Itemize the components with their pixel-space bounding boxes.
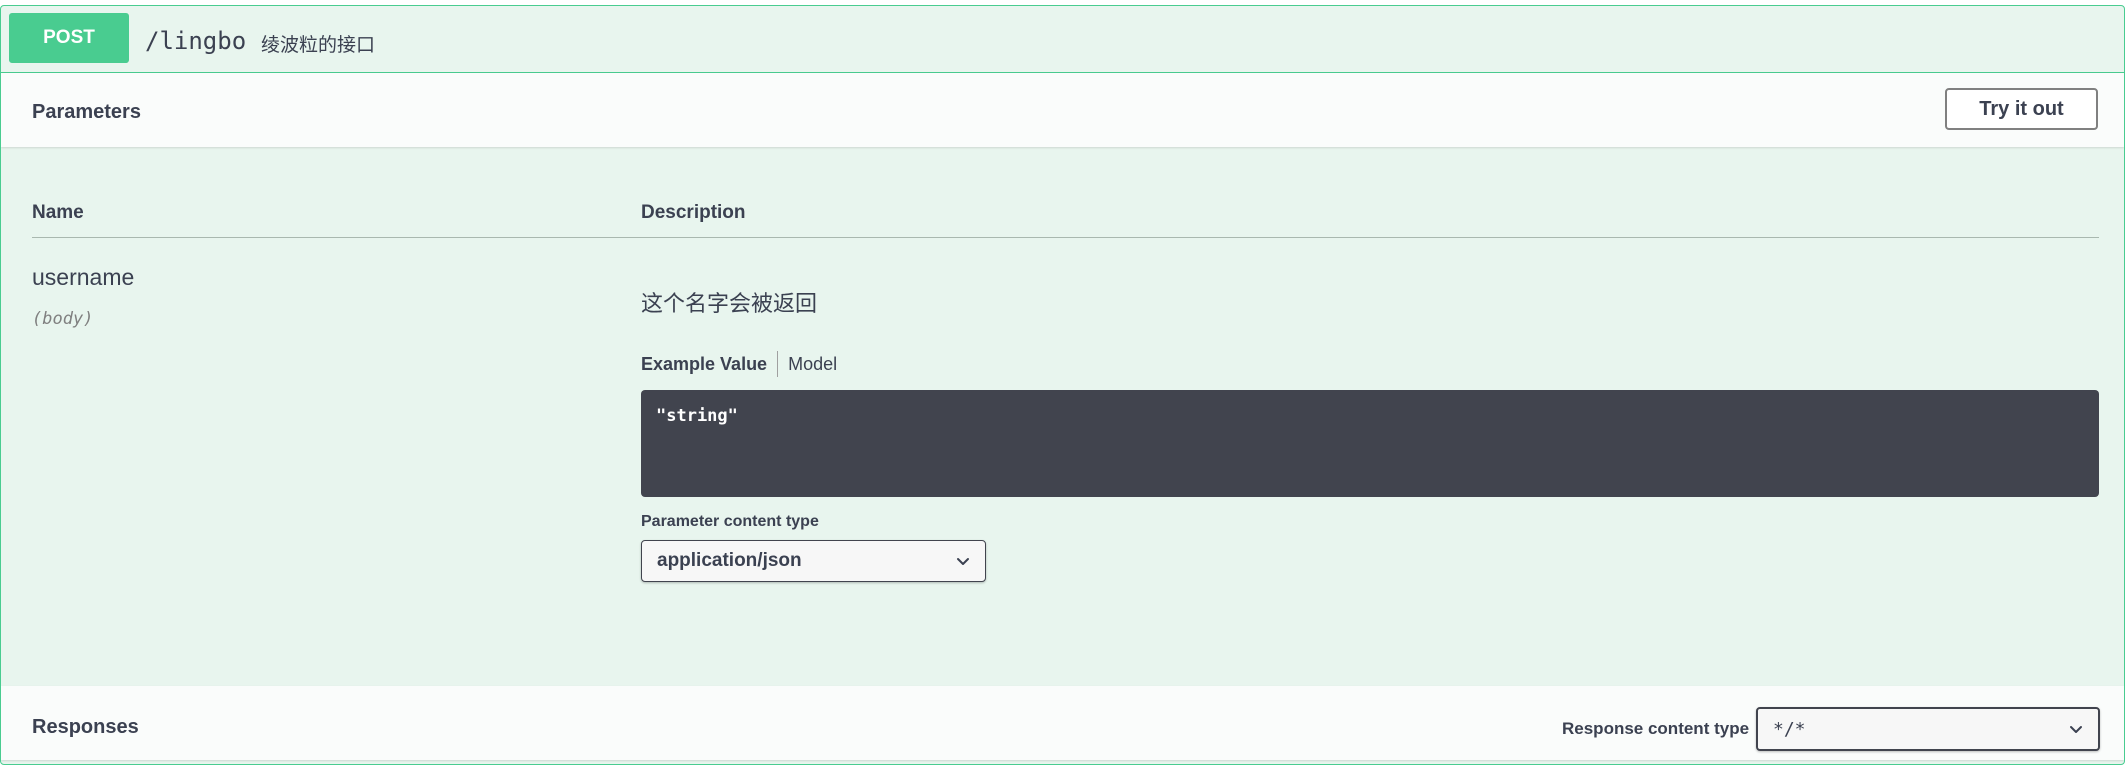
- parameter-location: (body): [32, 309, 94, 329]
- responses-title: Responses: [32, 716, 139, 738]
- description-column-header: Description: [641, 202, 746, 223]
- parameter-description: 这个名字会被返回: [641, 292, 818, 317]
- header-divider: [32, 237, 2099, 238]
- http-method-badge: POST: [9, 13, 129, 63]
- try-it-out-button[interactable]: Try it out: [1945, 88, 2098, 130]
- example-tabs: Example Value Model: [641, 351, 837, 377]
- parameter-content-type-value: application/json: [657, 550, 802, 571]
- parameter-content-type-label: Parameter content type: [641, 513, 819, 530]
- tab-example-value[interactable]: Example Value: [641, 354, 777, 375]
- response-content-type-select[interactable]: */*: [1756, 707, 2100, 751]
- chevron-down-icon: [957, 558, 969, 565]
- parameters-header: Parameters Try it out: [1, 73, 2124, 147]
- parameter-name: username: [32, 264, 135, 290]
- example-value-code[interactable]: "string": [641, 390, 2099, 497]
- chevron-down-icon: [2070, 726, 2082, 733]
- parameters-title: Parameters: [32, 101, 141, 123]
- operation-summary-text: 绫波粒的接口: [261, 34, 376, 56]
- name-column-header: Name: [32, 202, 84, 223]
- operation-summary[interactable]: POST /lingbo 绫波粒的接口: [1, 6, 2124, 73]
- response-content-type-label: Response content type: [1562, 719, 1750, 738]
- responses-header: Responses Response content type */*: [1, 686, 2124, 760]
- operation-path: /lingbo: [145, 27, 247, 55]
- operation-block-post-lingbo: POST /lingbo 绫波粒的接口 Parameters Try it ou…: [0, 5, 2125, 765]
- response-content-type-value: */*: [1773, 718, 1806, 740]
- tab-model[interactable]: Model: [778, 354, 837, 375]
- parameter-content-type-select[interactable]: application/json: [641, 540, 986, 582]
